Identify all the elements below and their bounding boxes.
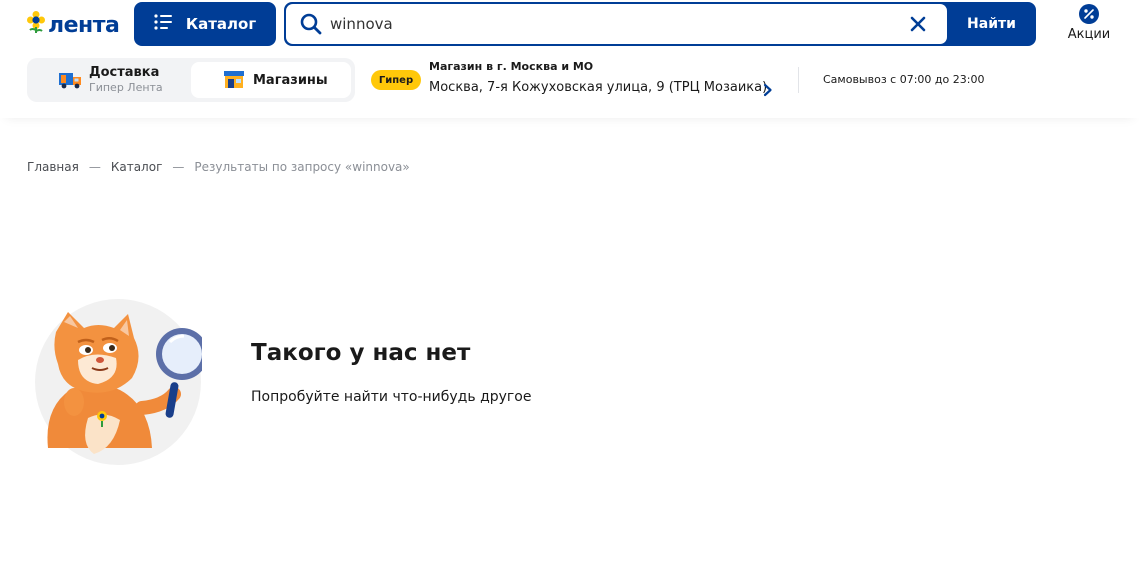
mode-stores-title: Магазины (253, 72, 328, 88)
store-type-badge: Гипер (371, 70, 421, 90)
cat-magnifier-illustration (34, 298, 208, 466)
delivery-mode-switch: Доставка Гипер Лента Магазины (27, 58, 355, 102)
breadcrumb-separator: — (88, 160, 101, 174)
site-header: лента Каталог winnova Найти Акции Достав… (0, 0, 1139, 118)
promo-label: Акции (1067, 27, 1111, 42)
mode-delivery-subtitle: Гипер Лента (89, 81, 163, 94)
logo[interactable]: лента (27, 10, 120, 40)
catalog-button-label: Каталог (185, 15, 257, 33)
chevron-right-icon[interactable] (763, 82, 773, 101)
logo-text: лента (48, 12, 120, 38)
mode-delivery[interactable]: Доставка Гипер Лента (31, 62, 191, 98)
breadcrumb-current: Результаты по запросу «winnova» (194, 160, 410, 174)
breadcrumb-separator: — (172, 160, 185, 174)
search-input[interactable] (330, 12, 890, 36)
header-divider (798, 67, 799, 93)
search-icon (300, 13, 322, 39)
search-bar: Найти (284, 2, 1036, 46)
list-icon (154, 14, 174, 34)
store-icon (223, 69, 247, 91)
breadcrumb-home[interactable]: Главная (27, 160, 79, 174)
sunflower-logo-icon (27, 11, 45, 39)
empty-state-title: Такого у нас нет (251, 340, 471, 366)
promo-link[interactable]: Акции (1062, 4, 1116, 42)
search-field-wrapper (286, 4, 947, 44)
store-address[interactable]: Москва, 7-я Кожуховская улица, 9 (ТРЦ Мо… (429, 80, 767, 95)
search-button[interactable]: Найти (947, 2, 1036, 46)
percent-icon (1079, 4, 1099, 24)
breadcrumb-catalog[interactable]: Каталог (111, 160, 163, 174)
close-icon[interactable] (910, 16, 926, 36)
truck-icon (59, 69, 83, 91)
mode-stores[interactable]: Магазины (191, 62, 351, 98)
pickup-hours: Самовывоз с 07:00 до 23:00 (823, 73, 985, 86)
store-label: Магазин в г. Москва и МО (429, 60, 594, 73)
empty-state-subtitle: Попробуйте найти что-нибудь другое (251, 389, 532, 405)
mode-delivery-title: Доставка (89, 65, 160, 80)
catalog-button[interactable]: Каталог (134, 2, 276, 46)
breadcrumb: Главная — Каталог — Результаты по запрос… (27, 160, 410, 174)
